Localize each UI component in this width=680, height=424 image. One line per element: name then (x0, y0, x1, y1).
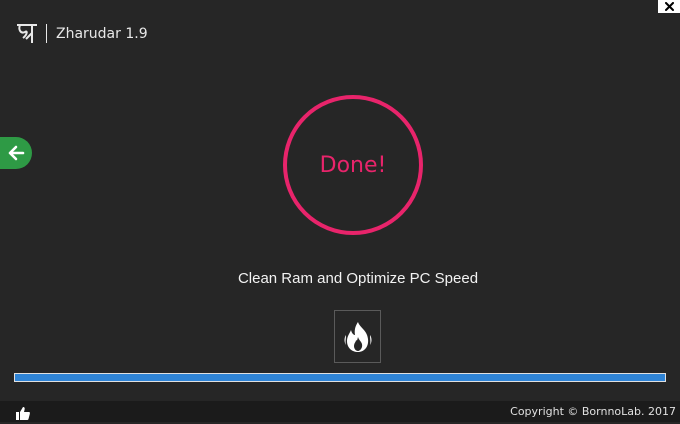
clean-button[interactable] (334, 310, 381, 363)
thumbs-up-icon (16, 407, 30, 420)
copyright-text: Copyright © BornnoLab. 2017 (510, 405, 676, 418)
title-separator (46, 24, 47, 43)
tagline: Clean Ram and Optimize PC Speed (237, 270, 479, 287)
close-icon (664, 2, 674, 11)
back-button[interactable] (0, 137, 32, 169)
like-button[interactable] (16, 405, 30, 420)
app-title: Zharudar 1.9 (56, 26, 148, 42)
close-button[interactable] (658, 0, 680, 13)
status-text: Done! (319, 152, 387, 178)
arrow-left-icon (8, 145, 25, 161)
status-ring: Done! (283, 95, 423, 235)
fire-icon (344, 321, 371, 352)
bengali-letter-logo (15, 20, 39, 46)
footer: Copyright © BornnoLab. 2017 (0, 401, 680, 422)
progress-bar (14, 373, 666, 382)
progress-fill (15, 374, 665, 381)
